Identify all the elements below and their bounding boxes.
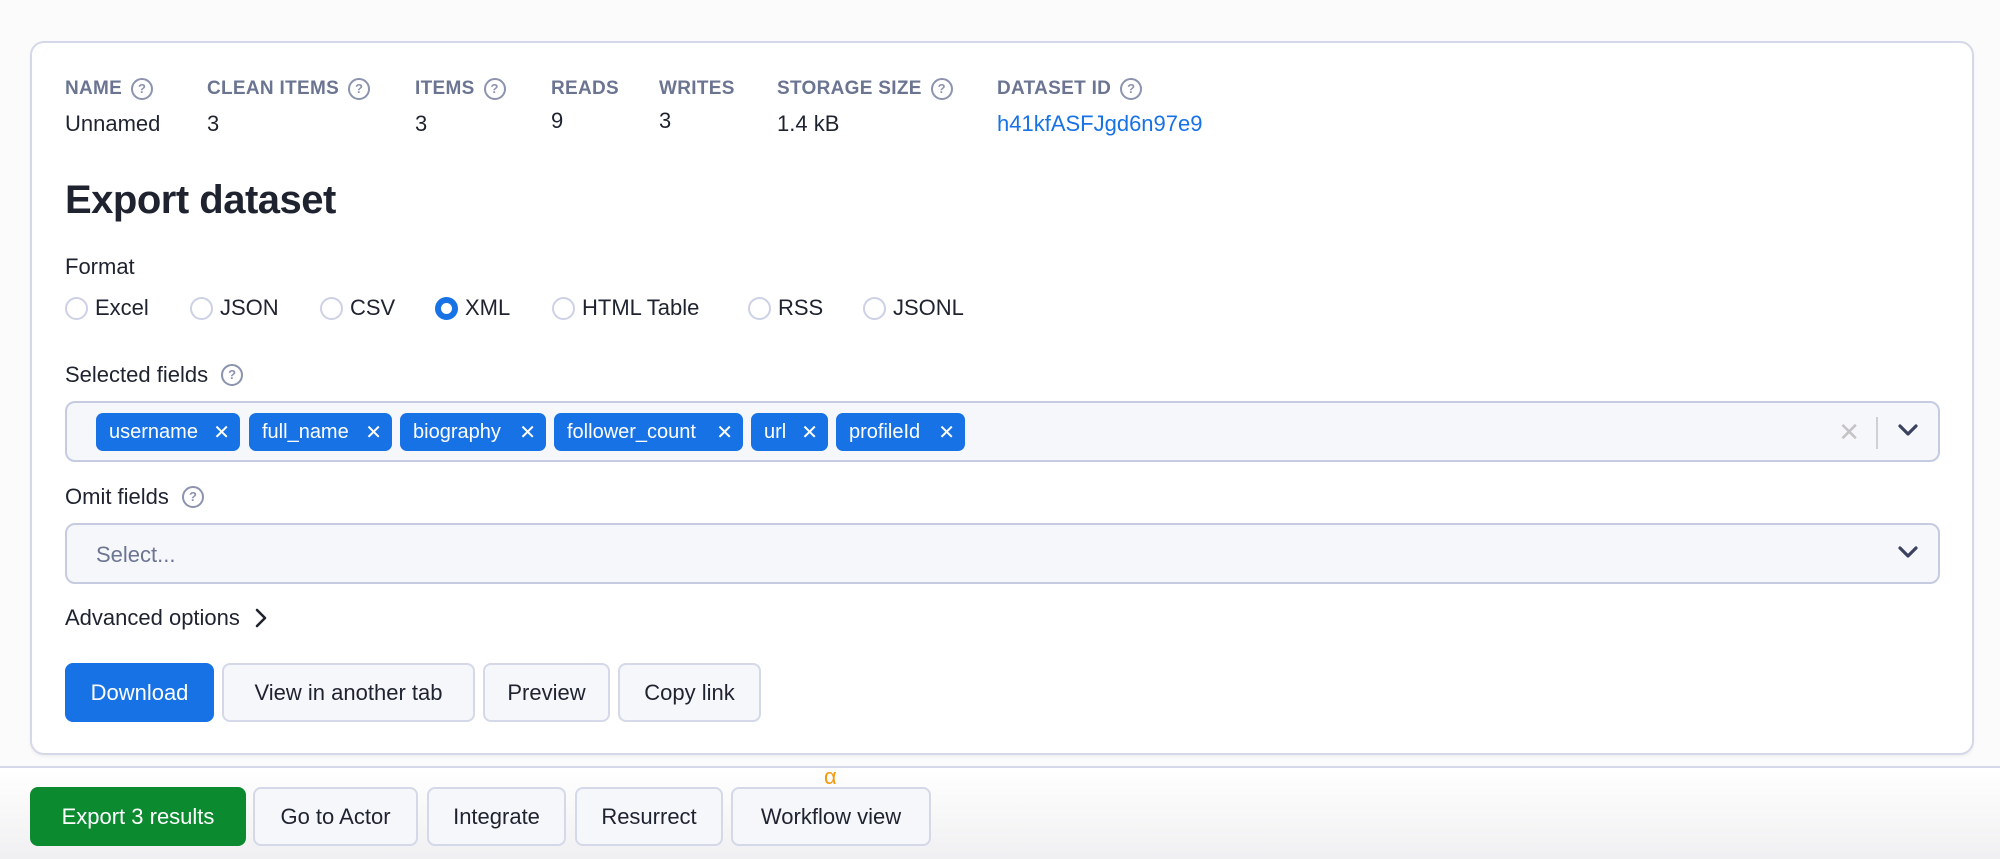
- meta-label-reads: READS: [551, 78, 620, 99]
- radio-rss[interactable]: RSS: [748, 295, 823, 321]
- radio-csv[interactable]: CSV: [320, 295, 395, 321]
- radio-jsonl[interactable]: JSONL: [863, 295, 964, 321]
- meta-label-clean-items: CLEAN ITEMS?: [207, 78, 371, 100]
- omit-fields-placeholder: Select...: [96, 542, 176, 567]
- meta-value-name: Unnamed: [65, 111, 161, 136]
- meta-value-writes: 3: [659, 108, 672, 133]
- radio-circle-icon[interactable]: [320, 296, 343, 320]
- dataset-id-link[interactable]: h41kfASFJgd6n97e9: [997, 111, 1203, 137]
- chevron-down-icon[interactable]: [1896, 420, 1920, 440]
- radio-checked-icon[interactable]: [435, 296, 458, 320]
- radio-json[interactable]: JSON: [190, 295, 279, 321]
- chevron-right-icon: [255, 608, 267, 628]
- help-icon[interactable]: ?: [1120, 78, 1143, 100]
- radio-circle-icon[interactable]: [190, 296, 213, 320]
- close-icon[interactable]: ✕: [365, 420, 382, 445]
- radio-circle-icon[interactable]: [863, 296, 886, 320]
- selected-fields-label: Selected fields?: [65, 362, 244, 388]
- meta-label-items: ITEMS?: [415, 78, 506, 100]
- radio-html-table[interactable]: HTML Table: [552, 295, 699, 321]
- help-icon[interactable]: ?: [131, 78, 154, 100]
- radio-circle-icon[interactable]: [552, 296, 575, 320]
- help-icon[interactable]: ?: [930, 78, 953, 100]
- view-in-another-tab-button[interactable]: View in another tab: [222, 663, 475, 722]
- workflow-view-button[interactable]: Workflow view: [731, 787, 931, 846]
- field-chip-url: url ✕: [751, 413, 828, 451]
- chevron-down-icon[interactable]: [1896, 542, 1920, 562]
- meta-label-name: NAME?: [65, 78, 154, 100]
- omit-fields-label: Omit fields?: [65, 484, 204, 510]
- preview-button[interactable]: Preview: [483, 663, 610, 722]
- meta-value-items: 3: [415, 111, 428, 136]
- close-icon[interactable]: ✕: [213, 420, 230, 445]
- copy-link-button[interactable]: Copy link: [618, 663, 761, 722]
- divider: [1876, 417, 1878, 449]
- close-icon[interactable]: ✕: [801, 420, 818, 445]
- meta-value-storage-size: 1.4 kB: [777, 111, 840, 136]
- field-chip-full-name: full_name ✕: [249, 413, 392, 451]
- meta-value-clean-items: 3: [207, 111, 220, 136]
- help-icon[interactable]: ?: [348, 78, 371, 100]
- radio-excel[interactable]: Excel: [65, 295, 149, 321]
- download-button[interactable]: Download: [65, 663, 214, 722]
- close-icon[interactable]: ✕: [519, 420, 536, 445]
- meta-value-reads: 9: [551, 108, 564, 133]
- help-icon[interactable]: ?: [221, 364, 244, 386]
- omit-fields-select[interactable]: Select...: [65, 523, 1940, 584]
- resurrect-button[interactable]: Resurrect: [575, 787, 723, 846]
- clear-icon[interactable]: ✕: [1838, 417, 1860, 448]
- field-chip-profile-id: profileId ✕: [836, 413, 965, 451]
- integrate-button[interactable]: Integrate: [427, 787, 566, 846]
- help-icon[interactable]: ?: [483, 78, 506, 100]
- selected-fields-select[interactable]: username ✕ full_name ✕ biography ✕ follower…: [65, 401, 1940, 462]
- field-chip-follower-count: follower_count ✕: [554, 413, 743, 451]
- radio-circle-icon[interactable]: [748, 296, 771, 320]
- close-icon[interactable]: ✕: [938, 420, 955, 445]
- meta-label-writes: WRITES: [659, 78, 735, 99]
- help-icon[interactable]: ?: [181, 486, 204, 508]
- radio-circle-icon[interactable]: [65, 296, 88, 320]
- field-chip-biography: biography ✕: [400, 413, 546, 451]
- advanced-options-toggle[interactable]: Advanced options: [65, 605, 268, 631]
- field-chip-username: username ✕: [96, 413, 240, 451]
- dataset-card: [30, 41, 1974, 755]
- go-to-actor-button[interactable]: Go to Actor: [253, 787, 418, 846]
- page-title: Export dataset: [65, 178, 336, 222]
- meta-label-storage-size: STORAGE SIZE?: [777, 78, 953, 100]
- meta-label-dataset-id: DATASET ID?: [997, 78, 1143, 100]
- close-icon[interactable]: ✕: [716, 420, 733, 445]
- radio-xml[interactable]: XML: [435, 295, 510, 321]
- format-label: Format: [65, 254, 135, 279]
- export-results-button[interactable]: Export 3 results: [30, 787, 246, 846]
- alpha-badge: α: [824, 764, 837, 789]
